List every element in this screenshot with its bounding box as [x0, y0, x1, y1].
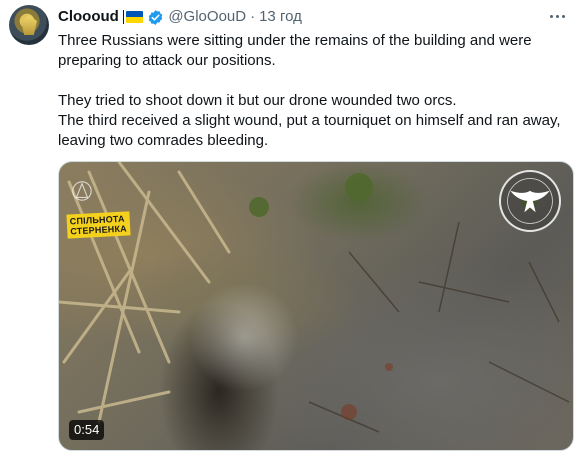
- video-frame: [59, 162, 570, 433]
- tweet-header: Cloooud @GloOouD · 13 год: [58, 7, 302, 27]
- avatar[interactable]: [9, 5, 49, 45]
- timestamp[interactable]: 13 год: [259, 7, 302, 27]
- verified-badge-icon: [149, 9, 163, 25]
- eagle-logo-icon: [499, 170, 561, 232]
- tweet-text: Three Russians were sitting under the re…: [58, 31, 570, 151]
- smoke-cloud: [189, 282, 299, 392]
- name-divider: [122, 10, 125, 24]
- separator-dot: ·: [250, 8, 256, 25]
- tweet[interactable]: Cloooud @GloOouD · 13 год Three Russians…: [0, 0, 579, 461]
- tweet-paragraph-2-line-2: The third received a slight wound, put a…: [58, 112, 561, 149]
- tweet-paragraph-1: Three Russians were sitting under the re…: [58, 32, 532, 69]
- author-handle[interactable]: @GloOouD: [168, 7, 246, 27]
- video-player[interactable]: СПІЛЬНОТА СТЕРНЕНКА 0:54: [58, 161, 574, 451]
- badge-line-2: СТЕРНЕНКА: [70, 223, 128, 237]
- more-options-icon[interactable]: [547, 6, 567, 26]
- author-name[interactable]: Cloooud: [58, 7, 119, 27]
- watermark-icon: [72, 181, 92, 201]
- ukraine-flag-icon: [126, 11, 144, 23]
- video-duration: 0:54: [69, 420, 105, 440]
- channel-badge: СПІЛЬНОТА СТЕРНЕНКА: [66, 211, 131, 239]
- tweet-paragraph-2-line-1: They tried to shoot down it but our dron…: [58, 92, 457, 109]
